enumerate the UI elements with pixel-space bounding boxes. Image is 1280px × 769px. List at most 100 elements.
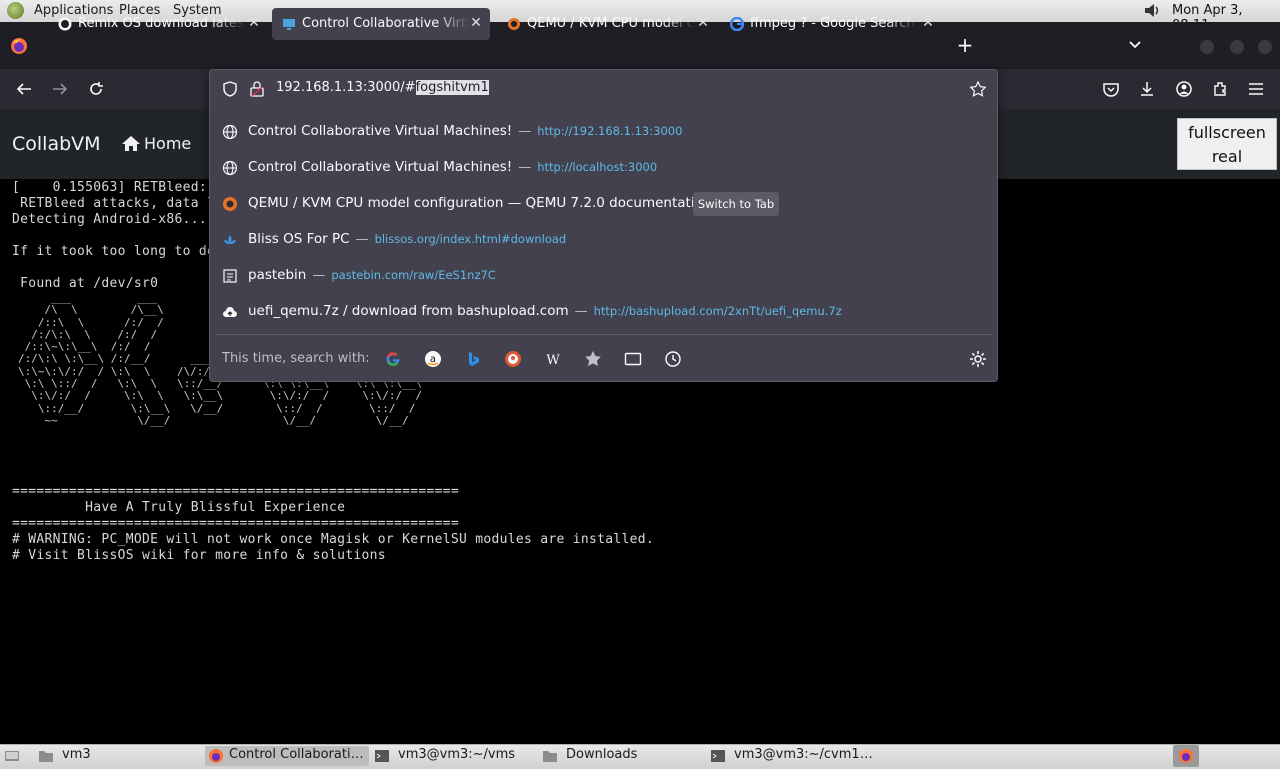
- terminal-rule: ========================================…: [12, 516, 459, 531]
- firefox-icon[interactable]: [10, 37, 28, 55]
- tabs-icon[interactable]: [624, 350, 642, 368]
- terminal-icon: [711, 750, 725, 762]
- search-with-label: This time, search with:: [222, 351, 370, 366]
- bookmark-star-icon[interactable]: [970, 81, 986, 97]
- maximize-button[interactable]: [1230, 40, 1244, 54]
- google-icon: [730, 17, 744, 31]
- terminal-warning: # WARNING: PC_MODE will not work once Ma…: [12, 532, 655, 547]
- taskbar-item-vm3[interactable]: vm3: [38, 746, 198, 766]
- suggestion-title: pastebin: [248, 267, 307, 283]
- tab-google[interactable]: ffmpeg ? - Google Search ✕: [720, 8, 942, 40]
- github-icon: [58, 17, 72, 31]
- terminal-line: [ 0.155063] RETBleed:: [12, 180, 216, 195]
- download-icon[interactable]: [1138, 80, 1156, 98]
- suggestion-title: Control Collaborative Virtual Machines!: [248, 123, 513, 139]
- bookmarks-star-icon[interactable]: [584, 350, 602, 368]
- suggestion-row[interactable]: Control Collaborative Virtual Machines! —…: [210, 114, 997, 148]
- workspace-switcher[interactable]: [1173, 745, 1199, 767]
- fullscreen-label-line2: real: [1211, 147, 1243, 166]
- suggestion-url: http://192.168.1.13:3000: [537, 124, 683, 138]
- suggestion-title: Bliss OS For PC: [248, 231, 350, 247]
- globe-icon: [222, 160, 238, 176]
- site-brand[interactable]: CollabVM: [12, 133, 101, 155]
- suggestion-title-wrap: Control Collaborative Virtual Machines! —…: [248, 159, 657, 175]
- lock-warning-icon[interactable]: [250, 81, 264, 97]
- tab-remix-os[interactable]: Remix OS download latest v ✕: [48, 8, 268, 40]
- svg-text:W: W: [546, 353, 560, 368]
- suggestion-title: Control Collaborative Virtual Machines!: [248, 159, 513, 175]
- taskbar-item-downloads[interactable]: Downloads: [542, 746, 702, 766]
- forward-arrow-icon[interactable]: [51, 80, 69, 98]
- url-input[interactable]: 192.168.1.13:3000/#fogshitvm1: [276, 80, 489, 95]
- taskbar-label: Downloads: [566, 747, 638, 762]
- suggestion-row[interactable]: Bliss OS For PC — blissos.org/index.html#d…: [210, 222, 997, 256]
- tab-collabvm[interactable]: Control Collaborative Virtual ✕: [272, 8, 490, 40]
- pocket-icon[interactable]: [1102, 80, 1120, 98]
- tab-label: Remix OS download latest v: [78, 16, 246, 31]
- tab-label: Control Collaborative Virtual: [302, 16, 470, 31]
- amazon-icon[interactable]: a: [424, 350, 442, 368]
- wikipedia-icon[interactable]: W: [544, 350, 562, 368]
- tab-qemu[interactable]: QEMU / KVM CPU model co ✕: [497, 8, 717, 40]
- taskbar-item-firefox[interactable]: Control Collaborative...: [205, 746, 369, 766]
- fullscreen-button[interactable]: fullscreen real: [1177, 118, 1277, 170]
- shield-icon[interactable]: [222, 81, 238, 97]
- extensions-icon[interactable]: [1211, 80, 1229, 98]
- suggestion-url: blissos.org/index.html#download: [374, 232, 567, 246]
- close-window-button[interactable]: [1258, 40, 1272, 54]
- history-clock-icon[interactable]: [664, 350, 682, 368]
- minimize-button[interactable]: [1200, 40, 1214, 54]
- fullscreen-label: fullscreen: [1188, 123, 1266, 142]
- close-icon[interactable]: ✕: [920, 15, 936, 31]
- suggestion-url: pastebin.com/raw/EeS1nz7C: [331, 268, 496, 282]
- duckduckgo-icon[interactable]: [504, 350, 522, 368]
- chevron-down-icon[interactable]: [1127, 36, 1143, 52]
- suggestion-row[interactable]: pastebin — pastebin.com/raw/EeS1nz7C: [210, 258, 997, 292]
- taskbar-item-terminal-vms[interactable]: vm3@vm3:~/vms: [374, 746, 534, 766]
- firefox-icon: [1179, 749, 1193, 763]
- folder-icon: [543, 751, 557, 762]
- taskbar-label: vm3: [62, 747, 91, 762]
- home-link[interactable]: Home: [122, 134, 191, 153]
- suggestion-row[interactable]: QEMU / KVM CPU model configuration — QEM…: [210, 186, 997, 220]
- new-tab-button[interactable]: +: [955, 35, 975, 55]
- back-arrow-icon[interactable]: [15, 80, 33, 98]
- terminal-line: RETBleed attacks, data l: [12, 196, 216, 211]
- switch-to-tab-button[interactable]: Switch to Tab: [693, 192, 779, 216]
- taskbar-item-terminal-cvm12[interactable]: vm3@vm3:~/cvm12_2: [710, 746, 880, 766]
- volume-icon[interactable]: [1144, 3, 1160, 18]
- firefox-icon: [209, 749, 223, 763]
- suggestion-title-wrap: pastebin — pastebin.com/raw/EeS1nz7C: [248, 267, 496, 283]
- reload-icon[interactable]: [87, 80, 105, 98]
- hamburger-menu-icon[interactable]: [1247, 80, 1265, 98]
- close-icon[interactable]: ✕: [468, 15, 484, 31]
- url-selected-text: fogshitvm1: [415, 80, 489, 95]
- account-icon[interactable]: [1175, 80, 1193, 98]
- taskbar-label: vm3@vm3:~/cvm12_2: [734, 747, 874, 762]
- distro-logo-icon[interactable]: [7, 2, 24, 19]
- terminal-icon: [375, 750, 389, 762]
- gear-icon[interactable]: [969, 350, 987, 368]
- globe-icon: [222, 124, 238, 140]
- terminal-line: Detecting Android-x86...: [12, 212, 208, 227]
- terminal-line: Found at /dev/sr0: [12, 276, 159, 291]
- bing-icon[interactable]: [464, 350, 482, 368]
- suggestion-row[interactable]: Control Collaborative Virtual Machines! —…: [210, 150, 997, 184]
- close-icon[interactable]: ✕: [246, 15, 262, 31]
- tab-label: ffmpeg ? - Google Search: [750, 16, 915, 31]
- upload-cloud-icon: [223, 307, 237, 317]
- google-icon[interactable]: [384, 350, 402, 368]
- folder-icon: [39, 751, 53, 762]
- terminal-line: If it took too long to de: [12, 244, 216, 259]
- terminal-rule: ========================================…: [12, 484, 459, 499]
- qemu-icon: [223, 197, 237, 211]
- close-icon[interactable]: ✕: [695, 15, 711, 31]
- suggestion-row[interactable]: uefi_qemu.7z / download from bashupload.…: [210, 294, 997, 328]
- suggestion-title: uefi_qemu.7z / download from bashupload.…: [248, 303, 569, 319]
- show-desktop-icon[interactable]: [4, 748, 20, 764]
- separator-dash: —: [574, 304, 588, 319]
- terminal-warning: # Visit BlissOS wiki for more info & sol…: [12, 548, 386, 563]
- separator-dash: —: [518, 124, 532, 139]
- suggestion-title-wrap: Control Collaborative Virtual Machines! —…: [248, 123, 682, 139]
- pastebin-icon: [223, 269, 237, 283]
